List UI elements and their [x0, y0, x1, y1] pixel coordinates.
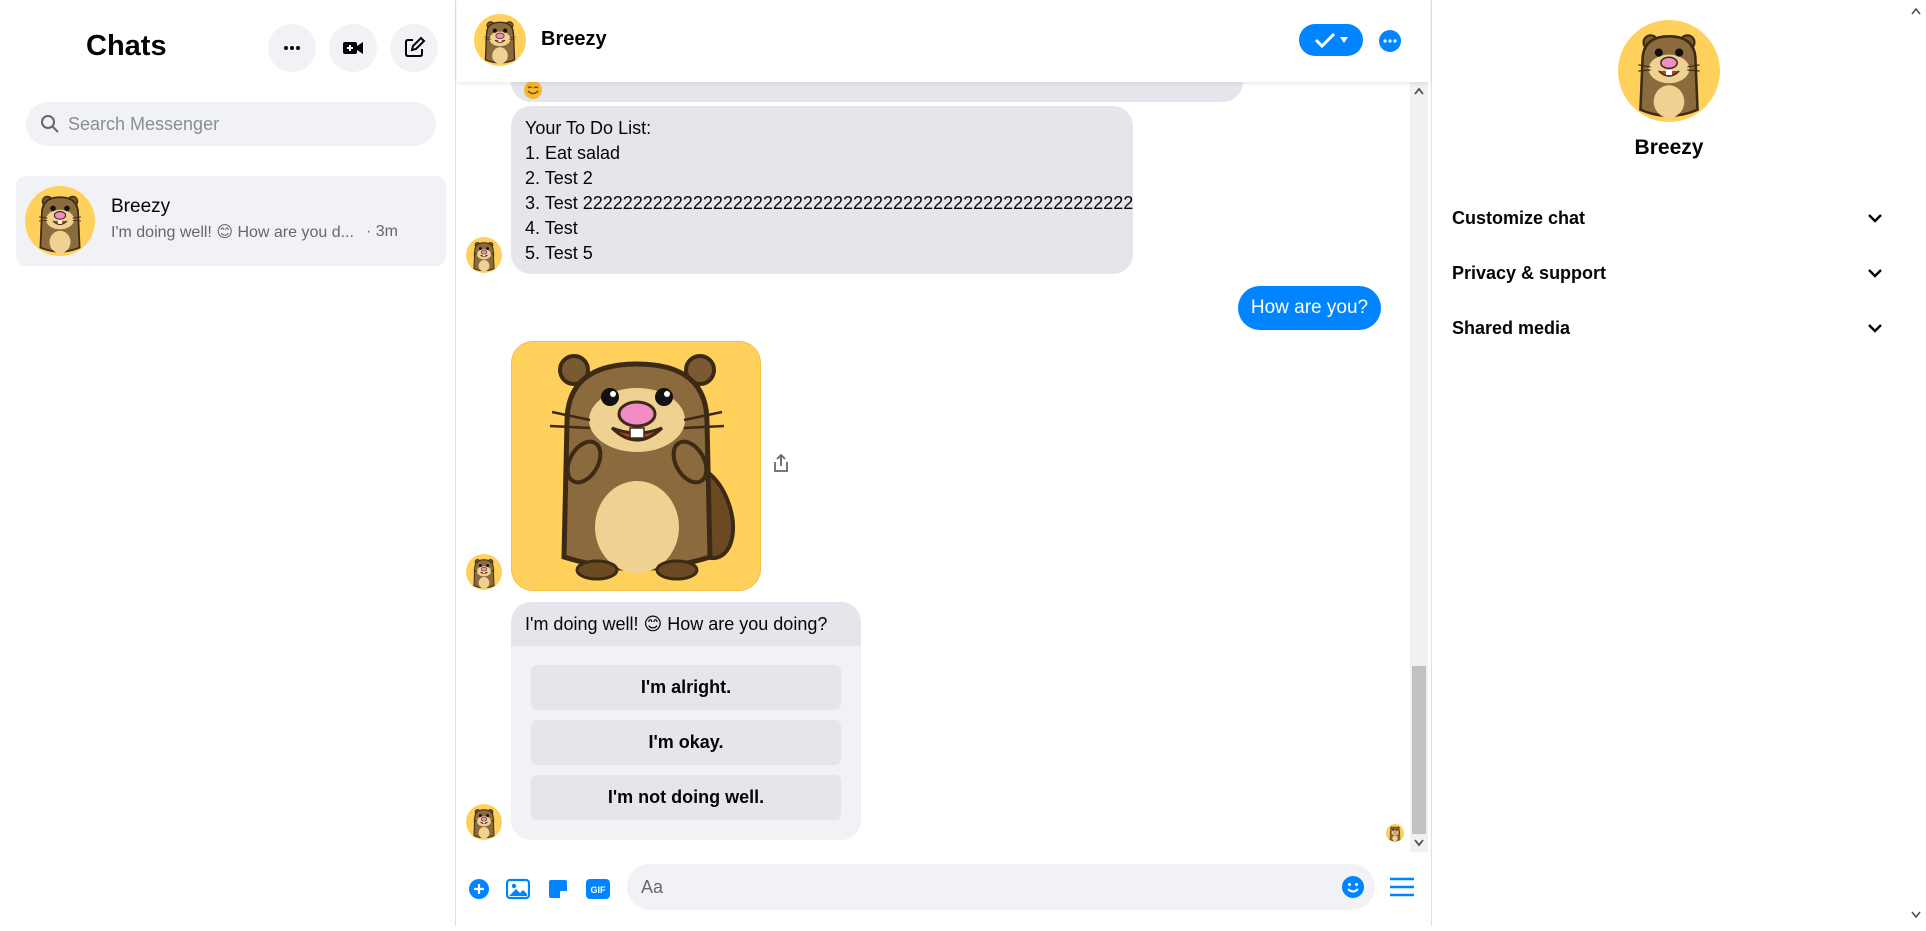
- chevron-down-icon: [1868, 214, 1882, 223]
- bot-message: I'm doing well! 😊 How are you doing?: [511, 602, 861, 646]
- page-scrollbar[interactable]: [1906, 0, 1926, 926]
- message-bubble-previous: [511, 82, 1243, 102]
- avatar: [466, 237, 502, 273]
- chats-sidebar: Chats Breezy I'm doing well! 😊 How are y…: [0, 0, 456, 926]
- conversation-info-button[interactable]: [1379, 30, 1401, 52]
- window-bottom-edge: [0, 926, 1926, 931]
- avatar: [466, 804, 502, 840]
- outgoing-message: How are you?: [1238, 286, 1381, 330]
- status-check-dropdown[interactable]: [1299, 24, 1363, 56]
- message-list: Your To Do List: 1. Eat salad 2. Test 2 …: [457, 82, 1410, 852]
- image-icon: [506, 878, 530, 900]
- chevron-down-icon: [1868, 324, 1882, 333]
- conversation-pane: Breezy Your To Do List: 1. Eat salad 2. …: [457, 0, 1430, 926]
- smiling-emoji-icon: [523, 82, 543, 105]
- quick-reply-button[interactable]: I'm okay.: [531, 720, 841, 765]
- scroll-up-arrow-icon[interactable]: [1906, 2, 1926, 20]
- chevron-down-icon: [1868, 269, 1882, 278]
- todo-line: 1. Eat salad: [525, 143, 621, 163]
- svg-text:GIF: GIF: [591, 885, 607, 895]
- avatar: [1618, 20, 1720, 122]
- privacy-support-section[interactable]: Privacy & support: [1452, 253, 1892, 293]
- search-input[interactable]: [68, 113, 408, 135]
- todo-line: 2. Test 2: [525, 168, 593, 188]
- video-camera-icon: [343, 42, 363, 54]
- add-attachment-button[interactable]: [466, 876, 492, 902]
- customize-chat-section[interactable]: Customize chat: [1452, 198, 1892, 238]
- seen-indicator-avatar: [1386, 824, 1404, 842]
- message-input[interactable]: [641, 864, 1321, 910]
- message-input-wrapper[interactable]: [627, 864, 1375, 910]
- more-options-button[interactable]: [268, 24, 316, 72]
- plus-circle-icon: [469, 879, 489, 899]
- search-icon: [40, 114, 60, 134]
- search-bar[interactable]: [26, 102, 436, 146]
- quick-reply-card: I'm doing well! 😊 How are you doing? I'm…: [511, 602, 861, 840]
- profile-name: Breezy: [1634, 136, 1704, 159]
- share-icon[interactable]: [770, 452, 792, 474]
- avatar[interactable]: [474, 14, 526, 66]
- contact-name[interactable]: Breezy: [541, 28, 607, 51]
- send-gif-button[interactable]: GIF: [585, 876, 611, 902]
- section-label: Privacy & support: [1452, 262, 1607, 283]
- conversation-preview-row: I'm doing well! 😊 How are you d... · 3m: [111, 222, 398, 242]
- send-photo-button[interactable]: [505, 876, 531, 902]
- avatar: [25, 186, 95, 256]
- section-label: Shared media: [1452, 317, 1571, 338]
- emoji-icon[interactable]: [1341, 875, 1365, 899]
- new-video-call-button[interactable]: [329, 24, 377, 72]
- sidebar-header: Chats: [0, 0, 456, 96]
- gif-icon: GIF: [586, 879, 610, 899]
- shared-media-section[interactable]: Shared media: [1452, 308, 1892, 348]
- message-composer: GIF: [457, 852, 1430, 926]
- caret-down-icon: [1340, 37, 1348, 43]
- scroll-thumb[interactable]: [1412, 666, 1426, 834]
- avatar: [466, 554, 502, 590]
- sticker-icon: [549, 880, 567, 898]
- beaver-sticker[interactable]: [511, 341, 761, 591]
- conversation-name: Breezy: [111, 196, 171, 217]
- checkmark-icon: [1314, 32, 1336, 48]
- ellipsis-icon: [1383, 39, 1397, 43]
- todo-line: Your To Do List:: [525, 118, 652, 138]
- todo-line: 4. Test: [525, 218, 578, 238]
- message-scrollbar[interactable]: [1410, 82, 1428, 852]
- conversation-item[interactable]: Breezy I'm doing well! 😊 How are you d..…: [16, 176, 446, 266]
- conversation-header: Breezy: [457, 0, 1430, 82]
- quick-reply-button[interactable]: I'm not doing well.: [531, 775, 841, 820]
- todo-list-message: Your To Do List: 1. Eat salad 2. Test 2 …: [511, 106, 1133, 274]
- conversation-preview: I'm doing well! 😊 How are you d...: [111, 224, 354, 241]
- conversation-info-panel: Breezy Customize chat Privacy & support …: [1431, 0, 1926, 926]
- todo-line: 3. Test 22222222222222222222222222222222…: [525, 193, 1134, 213]
- menu-icon[interactable]: [1388, 875, 1416, 899]
- scroll-up-arrow-icon[interactable]: [1410, 82, 1428, 100]
- scroll-down-arrow-icon[interactable]: [1410, 834, 1428, 852]
- compose-icon: [405, 36, 426, 57]
- quick-reply-button[interactable]: I'm alright.: [531, 665, 841, 710]
- section-label: Customize chat: [1452, 207, 1586, 228]
- new-message-button[interactable]: [390, 24, 438, 72]
- conversation-time: · 3m: [365, 223, 398, 240]
- scroll-down-arrow-icon[interactable]: [1906, 906, 1926, 924]
- send-sticker-button[interactable]: [545, 876, 571, 902]
- todo-line: 5. Test 5: [525, 243, 593, 263]
- sidebar-title: Chats: [86, 30, 167, 62]
- ellipsis-icon: [284, 46, 300, 50]
